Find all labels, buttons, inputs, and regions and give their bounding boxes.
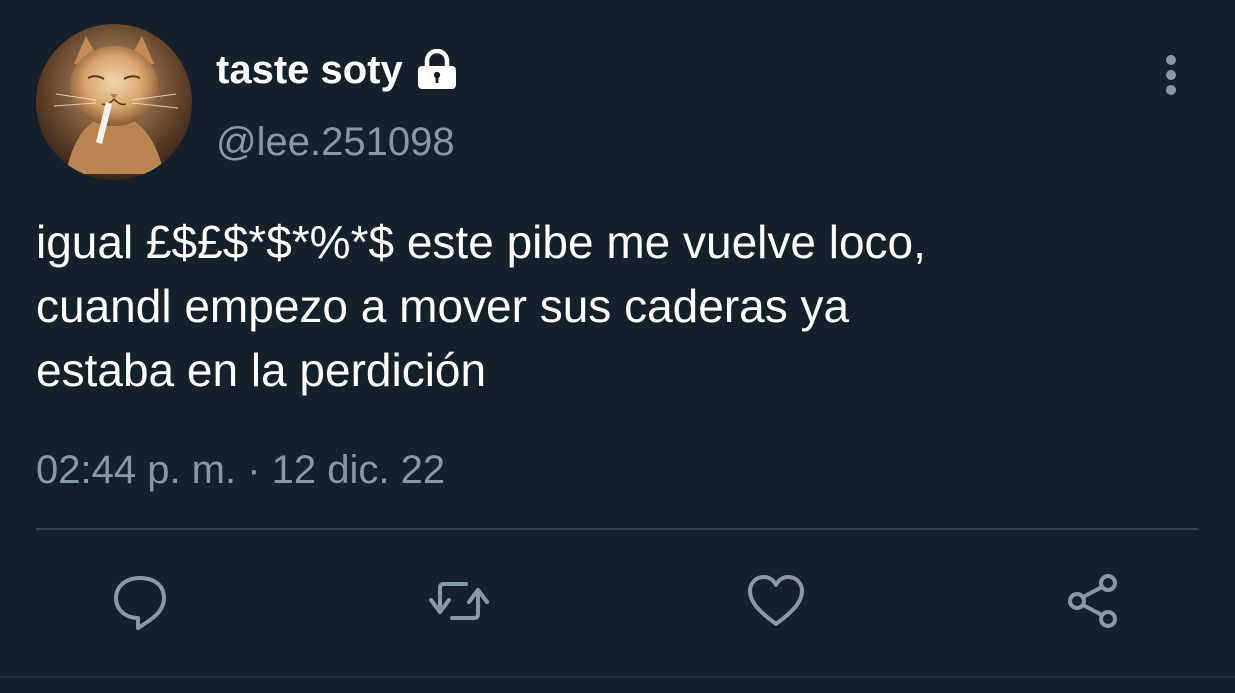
retweet-button[interactable] bbox=[426, 568, 492, 634]
more-vertical-icon bbox=[1166, 55, 1176, 95]
heart-icon bbox=[748, 575, 804, 626]
reply-icon bbox=[114, 576, 166, 630]
bottom-divider bbox=[0, 676, 1235, 678]
like-button[interactable] bbox=[743, 568, 809, 634]
tweet-text: igual £$£$*$*%*$ este pibe me vuelve loc… bbox=[36, 216, 926, 396]
retweet-icon bbox=[429, 582, 489, 620]
more-options-button[interactable] bbox=[1150, 52, 1192, 98]
share-button[interactable] bbox=[1061, 568, 1127, 634]
cat-avatar-image bbox=[36, 24, 192, 180]
lock-icon bbox=[417, 49, 456, 89]
user-handle[interactable]: @lee.251098 bbox=[216, 118, 455, 166]
action-bar bbox=[0, 568, 1235, 634]
display-name[interactable]: taste soty bbox=[216, 46, 459, 94]
reply-button[interactable] bbox=[107, 568, 173, 634]
share-icon bbox=[1068, 574, 1117, 628]
tweet-card: taste soty @lee.251098 igual £$£$*$*%*$ … bbox=[0, 0, 1235, 693]
display-name-text: taste soty bbox=[216, 48, 403, 92]
tweet-timestamp[interactable]: 02:44 p. m. · 12 dic. 22 bbox=[36, 446, 445, 494]
avatar[interactable] bbox=[36, 24, 192, 180]
divider bbox=[36, 528, 1198, 530]
